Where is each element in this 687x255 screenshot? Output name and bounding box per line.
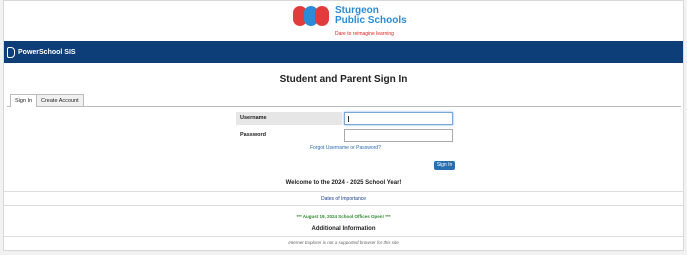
divider [4,191,683,192]
password-input[interactable] [344,129,453,142]
username-input[interactable] [344,112,453,125]
tab-bar: Sign In Create Account [7,94,681,107]
announcement: *** August 19, 2024 School Offices Open!… [296,214,391,219]
dates-of-importance-link[interactable]: Dates of Importance [4,196,683,202]
browser-notice: Internet Explorer is not a supported bro… [288,240,399,245]
tab-create-account[interactable]: Create Account [36,94,84,106]
sign-in-panel: Username Password Forgot Username or Pas… [4,107,683,250]
password-label: Password [240,132,266,138]
divider [4,205,683,206]
sps-logo-icon [293,5,331,27]
powerschool-header-bar: PowerSchool SIS [4,41,683,63]
app-name: PowerSchool SIS [18,48,76,56]
username-label: Username [236,112,342,125]
forgot-credentials-link[interactable]: Forgot Username or Password? [310,145,381,151]
divider [4,236,683,237]
district-header: Sturgeon Public Schools Dare to reimagin… [4,1,683,41]
sign-in-button[interactable]: Sign In [434,161,455,170]
page: Sturgeon Public Schools Dare to reimagin… [3,0,684,251]
text-caret [348,116,349,122]
district-tagline: Dare to reimagine learning [335,31,394,37]
welcome-message: Welcome to the 2024 - 2025 School Year! [285,180,402,186]
powerschool-logo-icon [7,46,15,58]
page-title: Student and Parent Sign In [279,74,408,85]
district-name-line2: Public Schools [335,15,407,26]
additional-info-heading: Additional Information [311,226,376,232]
tab-sign-in[interactable]: Sign In [10,94,38,107]
district-logo: Sturgeon Public Schools [293,5,407,27]
